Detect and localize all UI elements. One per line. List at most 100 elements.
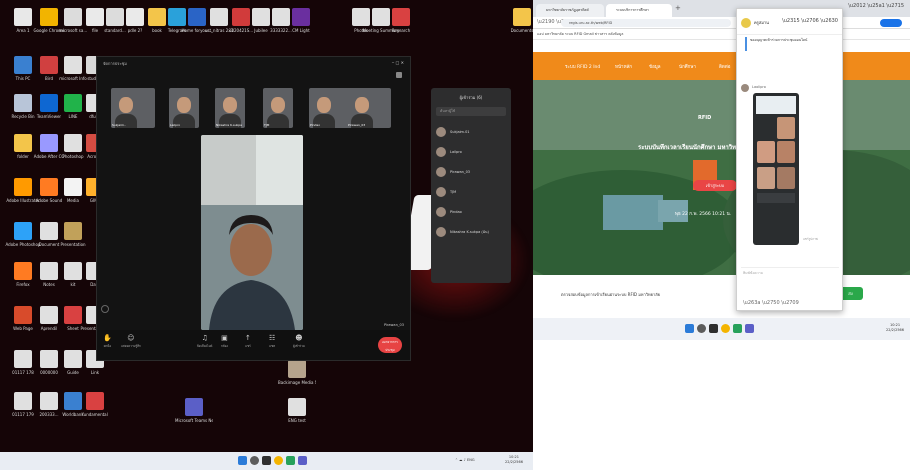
start-icon[interactable] — [238, 456, 247, 465]
meeting-control-button[interactable]: ☺ แสดงความรู้สึก — [121, 334, 141, 349]
chrome-icon[interactable] — [721, 324, 730, 333]
desktop-icon[interactable]: fundamental — [76, 392, 114, 417]
site-nav-item[interactable]: ระบบ RFID 2 Ind — [565, 63, 600, 70]
search-icon[interactable] — [697, 324, 706, 333]
meeting-control-button[interactable]: ☻ ผู้เข้าร่วม — [293, 334, 305, 349]
bookmarks-bar[interactable]: แอป มหาวิทยาลัย ระบบ RFID Gmail ข่าวสาร … — [533, 29, 910, 40]
meeting-window-controls[interactable]: ‒ □ ✕ — [392, 60, 404, 65]
speaker-name-label: Pirawan_03 — [383, 323, 404, 327]
speaker-face — [230, 224, 272, 276]
thumb-face-3 — [777, 141, 795, 163]
leave-meeting-button[interactable]: ออกจากการประชุม — [378, 337, 402, 353]
site-nav-item[interactable]: ติดต่อ — [719, 63, 730, 70]
site-nav-item[interactable]: ข้อมูล — [649, 63, 661, 70]
meeting-layout-icon[interactable] — [396, 72, 402, 78]
browser-window-controls[interactable]: \u2012 \u25a1 \u2715 — [848, 3, 904, 9]
thumb-controls — [757, 193, 795, 203]
participant-list-item[interactable]: Pirawan_03 — [436, 162, 506, 182]
tray-date: 22/2/2566 — [886, 328, 904, 332]
participant-tile[interactable]: TJM — [263, 88, 293, 128]
hero-login-button[interactable]: เข้าสู่ระบบ — [693, 180, 737, 191]
browser-tab-1[interactable]: มหาวิทยาลัยราชภัฏอุตรดิตถ์ — [536, 4, 604, 17]
participant-tile[interactable]: Pirawan_03 — [347, 88, 391, 128]
task-view-icon[interactable] — [262, 456, 271, 465]
site-nav-item[interactable]: หน้าหลัก — [615, 63, 632, 70]
address-bar[interactable]: regis.uru.ac.th/web/RFID — [561, 19, 731, 27]
desktop-icon-image — [288, 360, 306, 378]
desktop-icon-image — [292, 8, 310, 26]
browser-tab-2[interactable]: ระบบบริการการศึกษา — [606, 4, 672, 17]
desktop-icon-label: Microsoft Teams New — [175, 418, 213, 423]
desktop-icon-label: CM Light — [292, 28, 310, 33]
desktop-icon-label: ENG test — [288, 418, 306, 423]
participant-avatar — [436, 127, 446, 137]
participant-name: Sukjaim.01 — [450, 130, 470, 134]
desktop-icon-label: Link — [90, 370, 100, 375]
teams-icon[interactable] — [745, 324, 754, 333]
participant-list-item[interactable]: Nikashra K.sukpa (ฉัน) — [436, 222, 506, 242]
meeting-control-icon: ♫ — [201, 334, 208, 342]
participant-tile-name: Sukjaim.. — [112, 123, 126, 127]
chat-input[interactable]: พิมพ์ข้อความ — [743, 270, 763, 276]
desktop-icon-image — [513, 8, 531, 26]
meeting-control-icon: ✋ — [103, 334, 112, 342]
participant-tile[interactable]: Nikashra K.sukpa — [215, 88, 245, 128]
participant-list-item[interactable]: Sukjaim.01 — [436, 122, 506, 142]
meeting-control-button[interactable]: ▣ กล้อง — [221, 334, 228, 349]
task-view-icon[interactable] — [709, 324, 718, 333]
tray-clock[interactable]: 10:21 22/2/2566 — [505, 455, 523, 465]
participant-face — [271, 97, 285, 113]
profile-button[interactable] — [880, 19, 902, 27]
chat-attach-icons[interactable]: \u263a \u2750 \u2709 — [743, 300, 799, 306]
meeting-control-icon: ☻ — [295, 334, 303, 342]
desktop-icon[interactable]: Backimage Media S... — [278, 360, 316, 385]
desktop-icon[interactable]: Documents — [503, 8, 533, 33]
meeting-control-label: แสดงความรู้สึก — [121, 344, 141, 348]
hero-badge-text: RFID — [698, 115, 712, 121]
browser-toolbar: \u2190 \u2192 \u27f3 regis.uru.ac.th/web… — [533, 17, 910, 29]
chat-sender: Laolipro — [752, 85, 766, 89]
meeting-control-button[interactable]: ☷ แชท — [269, 334, 275, 349]
participant-list-item[interactable]: Pindao — [436, 202, 506, 222]
chrome-icon[interactable] — [274, 456, 283, 465]
hero-campus-svg — [533, 80, 910, 275]
meeting-control-icon: ☺ — [127, 334, 135, 342]
meeting-control-label: ยกมือ — [103, 344, 112, 348]
meeting-control-button[interactable]: ♫ ปิดเสียงไมค์ — [197, 334, 212, 349]
participant-name: Lailpro — [450, 150, 462, 154]
teams-icon[interactable] — [298, 456, 307, 465]
tray-clock-right[interactable]: 10:21 22/2/2566 — [886, 323, 904, 333]
participant-list-item[interactable]: Lailpro — [436, 142, 506, 162]
desktop-icon[interactable]: Microsoft Teams New — [175, 398, 213, 423]
meeting-control-icon: ↑ — [245, 334, 251, 342]
desktop-icon[interactable]: Research — [382, 8, 420, 33]
line-icon[interactable] — [286, 456, 295, 465]
chat-pinned-snippet[interactable]: ขออนุญาตเข้าร่วมการประชุมออนไลน์ — [745, 37, 837, 51]
participant-tile[interactable]: Lailpro — [169, 88, 199, 128]
tray-icons[interactable]: ⌃ ☁ ♪ ENG — [455, 458, 475, 462]
site-hero-image: RFID ระบบบันทึกเวลาเรียนนักศึกษา มหาวิทย… — [533, 80, 910, 275]
meeting-control-button[interactable]: ↑ แชร์ — [245, 334, 251, 349]
desktop-icon[interactable]: CM Light — [282, 8, 320, 33]
start-icon[interactable] — [685, 324, 694, 333]
search-icon[interactable] — [250, 456, 259, 465]
chat-header-actions[interactable]: \u2315 \u2706 \u2630 — [782, 18, 838, 24]
meeting-control-button[interactable]: ✋ ยกมือ — [103, 334, 112, 349]
participant-avatar — [436, 227, 446, 237]
site-nav-item[interactable]: นักศึกษา — [679, 63, 696, 70]
meeting-control-icon: ▣ — [221, 334, 228, 342]
desktop-icon-label: Documents — [510, 28, 533, 33]
chat-sent-caption: แชร์รูปภาพ — [803, 237, 818, 241]
hero-date: พุธ 22 ก.พ. 2566 10:21 น. — [675, 212, 732, 217]
new-tab-icon[interactable]: + — [675, 4, 681, 12]
desktop-icon[interactable]: Presentation — [54, 222, 92, 247]
participant-tile[interactable]: Sukjaim.. — [111, 88, 155, 128]
chat-shared-screenshot[interactable] — [753, 93, 799, 245]
self-view-toggle-icon[interactable] — [101, 305, 109, 313]
desktop-icon[interactable]: ENG test — [278, 398, 316, 423]
participant-list-item[interactable]: TJM — [436, 182, 506, 202]
meeting-control-icon: ☷ — [269, 334, 276, 342]
participants-search-input[interactable]: ค้นหาผู้ใช้ — [436, 107, 506, 116]
desktop-icon-label: fundamental — [82, 412, 108, 417]
line-icon[interactable] — [733, 324, 742, 333]
